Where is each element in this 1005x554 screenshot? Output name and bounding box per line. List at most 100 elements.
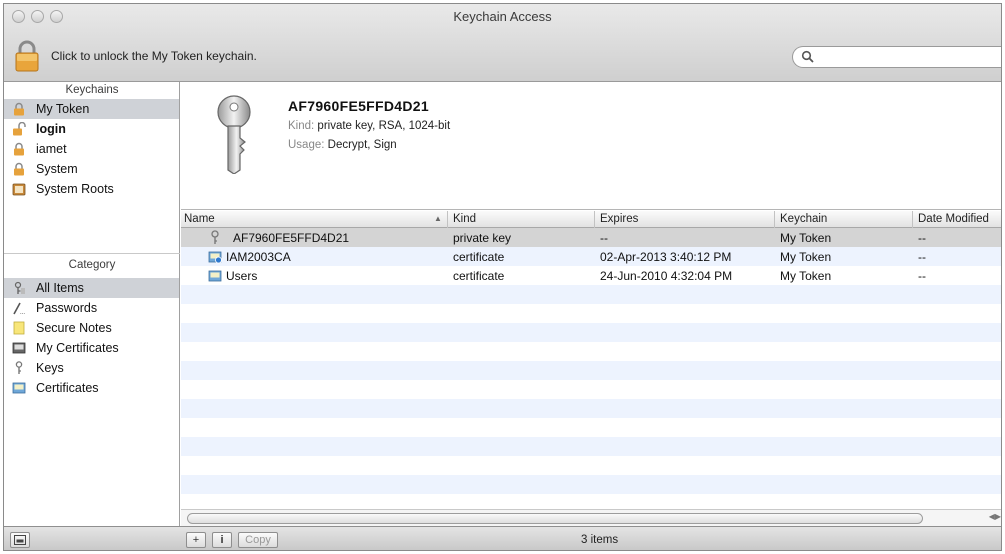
item-count: 3 items [581, 534, 619, 546]
cell-name: AF7960FE5FFD4D21 [233, 231, 350, 245]
column-header-kind[interactable]: Kind [453, 213, 476, 227]
item-usage: Usage: Decrypt, Sign [288, 139, 397, 151]
item-kind: Kind: private key, RSA, 1024-bit [288, 120, 450, 132]
empty-row [181, 456, 1001, 475]
table-header: Name ▲ Kind Expires Keychain Date Modifi… [181, 211, 1001, 228]
key-icon [217, 95, 251, 174]
sidebar-item-label: login [36, 122, 66, 136]
lock-icon [14, 162, 24, 176]
sidebar-item-system-roots[interactable]: System Roots [4, 179, 179, 199]
column-header-expires[interactable]: Expires [600, 213, 638, 227]
table-row[interactable]: IAM2003CA certificate 02-Apr-2013 3:40:1… [181, 247, 1001, 266]
sidebar-item-label: System [36, 162, 78, 176]
svg-text:...: ... [20, 310, 25, 315]
keychains-header: Keychains [65, 84, 119, 96]
sidebar-item-passwords[interactable]: ... Passwords [4, 298, 179, 318]
info-button[interactable]: i [212, 532, 232, 548]
column-separator[interactable] [594, 211, 595, 228]
column-header-keychain[interactable]: Keychain [780, 213, 827, 227]
search-input[interactable] [819, 49, 999, 65]
folder-lock-icon [12, 183, 26, 196]
sidebar-item-iamet[interactable]: iamet [4, 139, 179, 159]
certificate-icon [208, 270, 222, 282]
bottom-bar: + i Copy 3 items [4, 526, 1001, 550]
scroll-arrows-icon[interactable]: ◀▶ [989, 512, 1001, 521]
sidebar-item-secure-notes[interactable]: Secure Notes [4, 318, 179, 338]
column-separator[interactable] [774, 211, 775, 228]
column-separator[interactable] [447, 211, 448, 228]
unlock-message[interactable]: Click to unlock the My Token keychain. [51, 49, 257, 63]
item-name: AF7960FE5FFD4D21 [288, 98, 429, 114]
sidebar: Keychains My Token login iamet System Sy… [4, 82, 180, 526]
cell-name: IAM2003CA [226, 250, 291, 264]
sidebar-item-login[interactable]: login [4, 119, 179, 139]
unlocked-lock-icon [13, 122, 26, 136]
empty-row [181, 304, 1001, 323]
lock-icon[interactable] [14, 40, 40, 72]
cell-kind: certificate [453, 250, 505, 264]
search-field[interactable] [792, 46, 1001, 68]
cell-keychain: My Token [780, 231, 832, 245]
sidebar-item-keys[interactable]: Keys [4, 358, 179, 378]
cell-kind: certificate [453, 269, 505, 283]
sidebar-item-label: My Certificates [36, 341, 119, 355]
sidebar-item-system[interactable]: System [4, 159, 179, 179]
kind-value: private key, RSA, 1024-bit [317, 120, 451, 132]
cell-keychain: My Token [780, 250, 832, 264]
copy-button[interactable]: Copy [238, 532, 278, 548]
table-row[interactable]: Users certificate 24-Jun-2010 4:32:04 PM… [181, 266, 1001, 285]
cell-date-modified: -- [918, 269, 926, 283]
title-toolbar: Keychain Access Click to unlock the My T… [4, 4, 1001, 82]
lock-icon [14, 142, 24, 156]
column-header-date-modified[interactable]: Date Modified [918, 213, 989, 227]
password-icon: ... [13, 302, 25, 315]
sidebar-item-all-items[interactable]: All Items [4, 278, 179, 298]
sort-ascending-icon: ▲ [434, 214, 442, 223]
search-icon [801, 50, 814, 63]
secure-note-icon [13, 321, 25, 335]
table-row[interactable]: AF7960FE5FFD4D21 private key -- My Token… [181, 228, 1001, 247]
scrollbar-thumb[interactable] [187, 513, 923, 524]
certificate-icon [12, 382, 26, 394]
cell-name: Users [226, 269, 258, 283]
column-header-name[interactable]: Name [184, 213, 215, 227]
sidebar-item-my-certificates[interactable]: My Certificates [4, 338, 179, 358]
empty-row [181, 285, 1001, 304]
kind-label: Kind: [288, 120, 315, 132]
empty-row [181, 342, 1001, 361]
keychain-window: Keychain Access Click to unlock the My T… [3, 3, 1002, 551]
lock-icon [14, 102, 24, 116]
items-table: Name ▲ Kind Expires Keychain Date Modifi… [181, 211, 1001, 509]
sidebar-item-label: iamet [36, 142, 67, 156]
sidebar-toggle-icon [14, 535, 26, 545]
key-icon [15, 361, 23, 374]
sidebar-item-label: All Items [36, 281, 84, 295]
sidebar-divider [4, 253, 180, 254]
all-items-icon [14, 281, 25, 294]
show-keychains-button[interactable] [10, 532, 30, 548]
category-header: Category [68, 259, 116, 271]
certificate-authority-icon [208, 251, 222, 264]
cell-keychain: My Token [780, 269, 832, 283]
usage-value: Decrypt, Sign [327, 139, 397, 151]
detail-panel: AF7960FE5FFD4D21 Kind: private key, RSA,… [181, 82, 1001, 210]
add-item-button[interactable]: + [186, 532, 206, 548]
key-icon [211, 230, 219, 244]
empty-row [181, 399, 1001, 418]
cell-expires: 02-Apr-2013 3:40:12 PM [600, 250, 732, 264]
empty-row [181, 437, 1001, 456]
sidebar-item-label: Certificates [36, 381, 99, 395]
sidebar-item-label: System Roots [36, 182, 114, 196]
empty-row [181, 418, 1001, 437]
cell-date-modified: -- [918, 231, 926, 245]
empty-row [181, 380, 1001, 399]
empty-row [181, 361, 1001, 380]
sidebar-item-my-token[interactable]: My Token [4, 99, 179, 119]
sidebar-item-certificates[interactable]: Certificates [4, 378, 179, 398]
cell-kind: private key [453, 231, 512, 245]
empty-row [181, 494, 1001, 509]
sidebar-item-label: Secure Notes [36, 321, 112, 335]
sidebar-item-label: My Token [36, 102, 90, 116]
column-separator[interactable] [912, 211, 913, 228]
horizontal-scrollbar[interactable]: ◀▶ [181, 509, 1001, 526]
